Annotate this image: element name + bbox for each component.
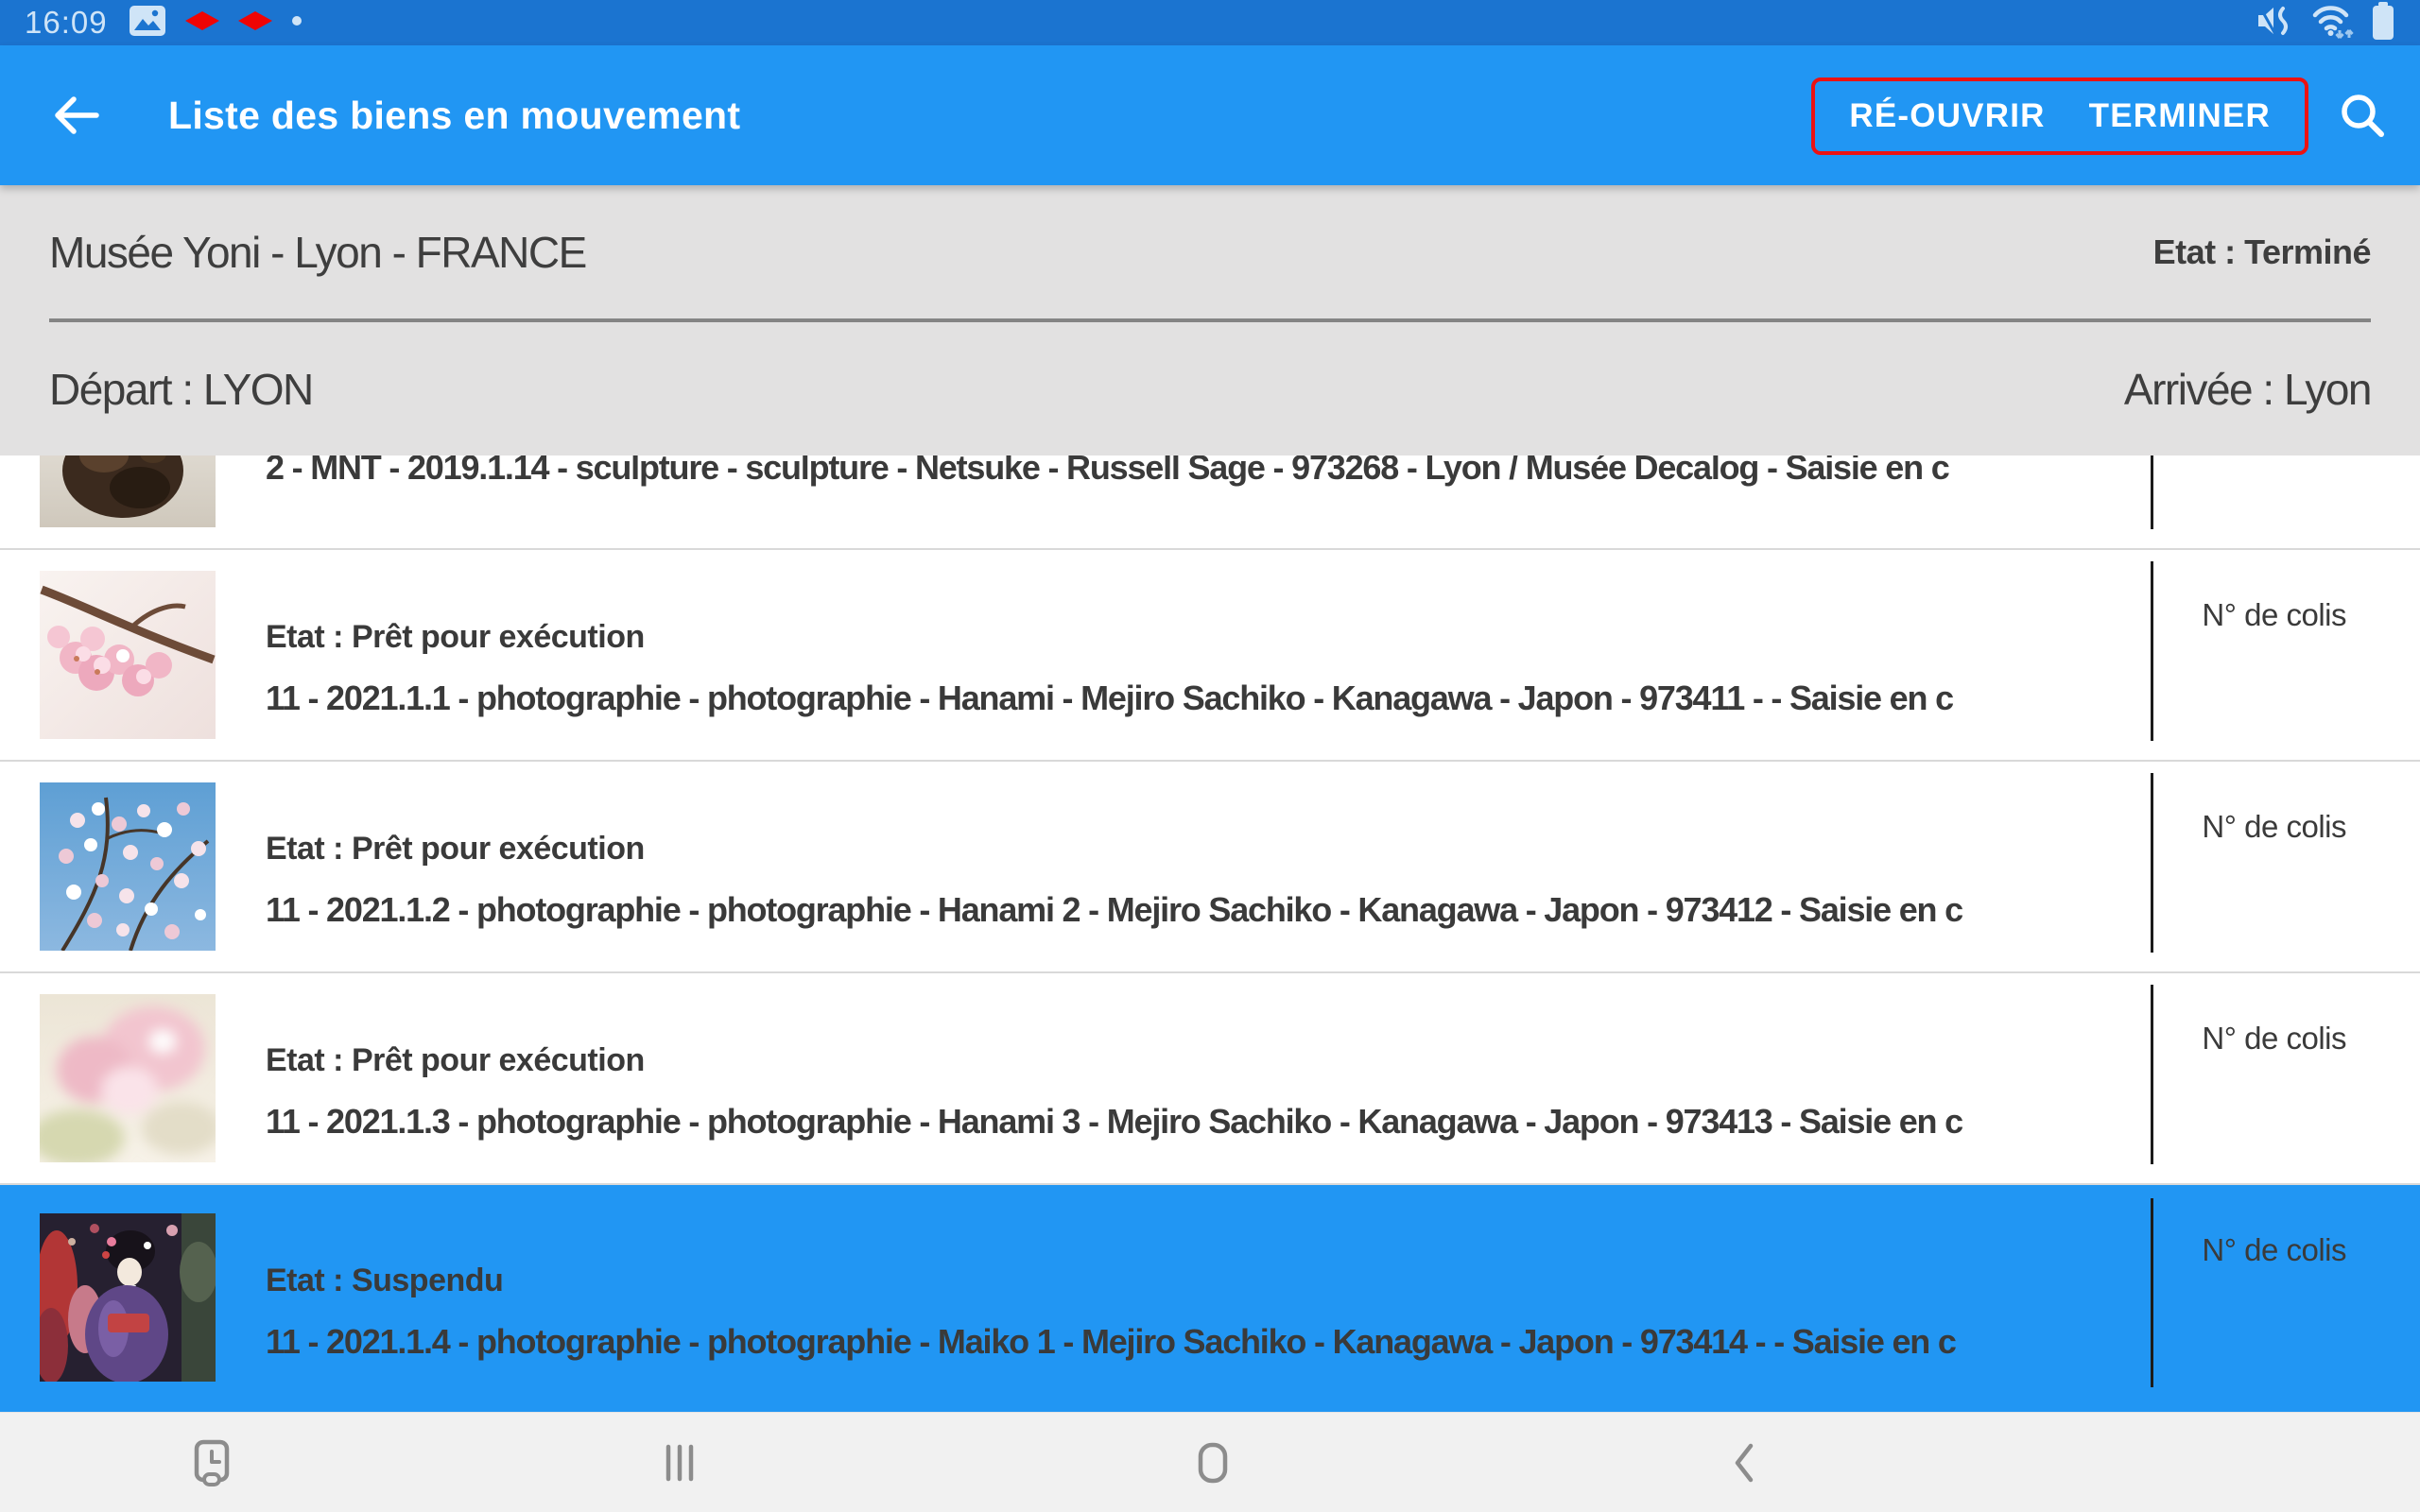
row-divider [2151, 1198, 2153, 1387]
item-state: Etat : Prêt pour exécution [266, 1042, 1962, 1079]
home-icon[interactable] [1191, 1438, 1235, 1487]
list-item-selected[interactable]: Etat : Suspendu 11 - 2021.1.4 - photogra… [0, 1185, 2420, 1412]
movement-header: Musée Yoni - Lyon - FRANCE Etat : Termin… [0, 185, 2420, 455]
row-divider [2151, 773, 2153, 953]
screen-capture-icon[interactable] [187, 1437, 236, 1488]
item-description: 11 - 2021.1.3 - photographie - photograp… [266, 1102, 1962, 1142]
item-thumbnail-hanami3 [40, 994, 216, 1162]
item-state: Etat : Prêt pour exécution [266, 619, 1953, 656]
list-item[interactable]: Etat : Prêt pour exécution 11 - 2021.1.1… [0, 550, 2420, 762]
page-title: Liste des biens en mouvement [168, 94, 740, 138]
status-bar: 16:09 [0, 0, 2420, 45]
item-description: 11 - 2021.1.4 - photographie - photograp… [266, 1322, 1956, 1362]
image-icon [129, 5, 166, 42]
item-description: 2 - MNT - 2019.1.14 - sculpture - sculpt… [266, 455, 1949, 488]
recents-icon[interactable] [659, 1439, 700, 1486]
app-bar: Liste des biens en mouvement RÉ-OUVRIR T… [0, 45, 2420, 185]
colis-label: N° de colis [2202, 597, 2346, 633]
item-thumbnail-maiko [40, 1213, 216, 1382]
back-arrow-icon[interactable] [47, 86, 106, 145]
colis-label: N° de colis [2202, 809, 2346, 845]
notification-dot [291, 14, 302, 31]
arrival-label: Arrivée : Lyon [2124, 364, 2371, 415]
item-description: 11 - 2021.1.1 - photographie - photograp… [266, 679, 1953, 718]
clock: 16:09 [25, 5, 108, 41]
row-divider [2151, 985, 2153, 1164]
back-icon[interactable] [1723, 1438, 1765, 1487]
items-list: 2 - MNT - 2019.1.14 - sculpture - sculpt… [0, 455, 2420, 1412]
item-thumbnail-netsuke [40, 455, 216, 527]
search-icon[interactable] [2335, 88, 2390, 143]
item-description: 11 - 2021.1.2 - photographie - photograp… [266, 890, 1962, 930]
item-state: Etat : Suspendu [266, 1263, 1956, 1299]
reopen-button[interactable]: RÉ-OUVRIR [1849, 97, 2045, 135]
list-item[interactable]: 2 - MNT - 2019.1.14 - sculpture - sculpt… [0, 455, 2420, 550]
red-diamond-icon [238, 11, 272, 35]
finish-button[interactable]: TERMINER [2089, 97, 2271, 135]
battery-icon [2371, 1, 2395, 45]
item-state: Etat : Prêt pour exécution [266, 831, 1962, 868]
screen: 16:09 [0, 0, 2420, 1512]
colis-label: N° de colis [2202, 1232, 2346, 1268]
mute-vibrate-icon [2256, 3, 2295, 43]
item-thumbnail-hanami2 [40, 782, 216, 951]
row-divider [2151, 561, 2153, 741]
departure-label: Départ : LYON [49, 364, 313, 415]
museum-location: Musée Yoni - Lyon - FRANCE [49, 227, 586, 278]
movement-state: Etat : Terminé [2153, 232, 2371, 272]
toolbar-actions: RÉ-OUVRIR TERMINER [1815, 81, 2305, 151]
item-thumbnail-hanami [40, 571, 216, 739]
wifi-icon [2310, 1, 2356, 45]
list-item[interactable]: Etat : Prêt pour exécution 11 - 2021.1.3… [0, 973, 2420, 1185]
navigation-bar [0, 1412, 2420, 1512]
red-diamond-icon [185, 11, 219, 35]
row-divider [2151, 455, 2153, 529]
colis-label: N° de colis [2202, 1021, 2346, 1057]
list-item[interactable]: Etat : Prêt pour exécution 11 - 2021.1.2… [0, 762, 2420, 973]
